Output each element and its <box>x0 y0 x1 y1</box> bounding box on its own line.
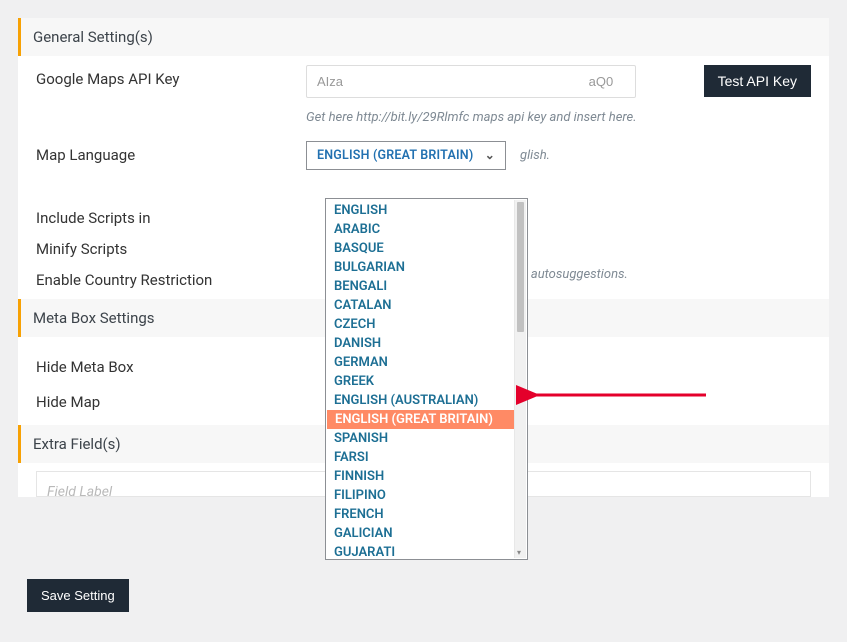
label-map-language: Map Language <box>36 141 306 164</box>
api-key-input[interactable] <box>306 65 636 98</box>
dropdown-option[interactable]: ENGLISH <box>326 201 527 220</box>
label-hide-map: Hide Map <box>36 388 306 411</box>
dropdown-option[interactable]: BULGARIAN <box>326 258 527 277</box>
label-hide-meta-box: Hide Meta Box <box>36 353 306 376</box>
dropdown-scrollbar[interactable]: ▴ ▾ <box>514 200 526 558</box>
dropdown-option[interactable]: GALICIAN <box>326 524 527 543</box>
dropdown-option[interactable]: GREEK <box>326 372 527 391</box>
dropdown-option[interactable]: FINNISH <box>326 467 527 486</box>
dropdown-option[interactable]: FARSI <box>326 448 527 467</box>
dropdown-option[interactable]: ENGLISH (AUSTRALIAN) <box>326 391 527 410</box>
select-value: ENGLISH (GREAT BRITAIN) <box>317 148 473 163</box>
dropdown-option[interactable]: CATALAN <box>326 296 527 315</box>
dropdown-option[interactable]: DANISH <box>326 334 527 353</box>
row-map-language: Map Language ENGLISH (GREAT BRITAIN) ⌄ g… <box>18 137 829 174</box>
dropdown-option[interactable]: ARABIC <box>326 220 527 239</box>
label-api-key: Google Maps API Key <box>36 65 306 88</box>
save-button[interactable]: Save Setting <box>27 579 129 612</box>
dropdown-option[interactable]: FRENCH <box>326 505 527 524</box>
settings-panel: General Setting(s) Google Maps API Key G… <box>18 18 829 497</box>
dropdown-option[interactable]: GERMAN <box>326 353 527 372</box>
scrollbar-thumb[interactable] <box>517 202 524 332</box>
section-general: General Setting(s) <box>18 18 829 56</box>
test-api-button[interactable]: Test API Key <box>704 65 811 97</box>
dropdown-option[interactable]: FILIPINO <box>326 486 527 505</box>
dropdown-option[interactable]: GUJARATI <box>326 543 527 560</box>
label-include-scripts: Include Scripts in <box>36 204 306 227</box>
dropdown-option[interactable]: ENGLISH (GREAT BRITAIN) <box>327 410 526 429</box>
dropdown-option[interactable]: BENGALI <box>326 277 527 296</box>
map-language-select[interactable]: ENGLISH (GREAT BRITAIN) ⌄ <box>306 141 506 170</box>
row-api-key: Google Maps API Key Get here http://bit.… <box>18 56 829 137</box>
control-api-key: Get here http://bit.ly/29Rlmfc maps api … <box>306 65 679 128</box>
map-language-helper-tail: glish. <box>520 148 550 163</box>
dropdown-option[interactable]: BASQUE <box>326 239 527 258</box>
map-language-dropdown[interactable]: ENGLISHARABICBASQUEBULGARIANBENGALICATAL… <box>325 198 528 560</box>
scroll-down-icon[interactable]: ▾ <box>514 548 524 558</box>
dropdown-option[interactable]: CZECH <box>326 315 527 334</box>
control-map-language: ENGLISH (GREAT BRITAIN) ⌄ glish. <box>306 141 811 170</box>
chevron-down-icon: ⌄ <box>485 148 495 162</box>
dropdown-option[interactable]: SPANISH <box>326 429 527 448</box>
label-enable-country: Enable Country Restriction <box>36 266 306 289</box>
api-key-helper: Get here http://bit.ly/29Rlmfc maps api … <box>306 108 646 128</box>
label-minify-scripts: Minify Scripts <box>36 235 306 258</box>
